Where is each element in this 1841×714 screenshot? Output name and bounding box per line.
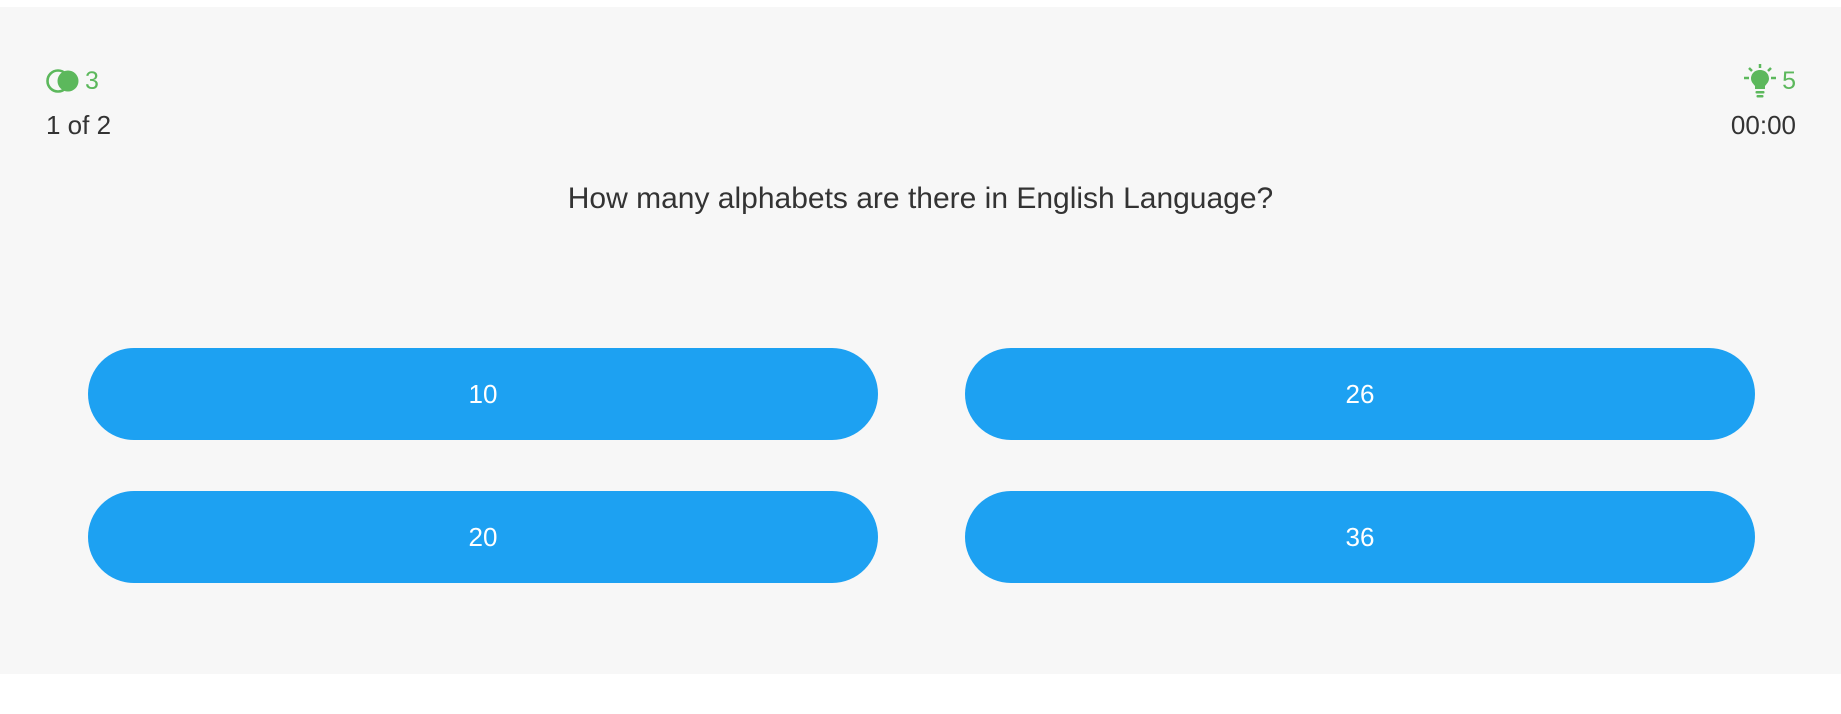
quiz-card: 3 1 of 2 5 00:00 How many alphabets are … (0, 7, 1841, 674)
answer-label: 36 (1345, 521, 1375, 552)
answer-label: 26 (1345, 378, 1375, 409)
answer-label: 20 (468, 521, 498, 552)
hints-panel: 5 00:00 (1731, 62, 1796, 141)
lifelines-panel: 3 1 of 2 (46, 62, 111, 141)
hint-count: 5 (1782, 66, 1796, 95)
fifty-fifty-count: 3 (85, 66, 99, 95)
answer-button-3[interactable]: 20 (88, 491, 878, 583)
timer: 00:00 (1730, 110, 1796, 140)
answer-label: 10 (468, 378, 498, 409)
hint-lifeline[interactable]: 5 (1731, 62, 1796, 100)
answer-button-1[interactable]: 10 (88, 348, 878, 440)
fifty-fifty-lifeline[interactable]: 3 (46, 62, 111, 100)
question-text: How many alphabets are there in English … (567, 182, 1274, 215)
answer-button-4[interactable]: 36 (965, 491, 1755, 583)
answer-button-2[interactable]: 26 (965, 348, 1755, 440)
fifty-fifty-icon (46, 69, 82, 93)
lightbulb-icon (1741, 63, 1779, 99)
question-progress: 1 of 2 (46, 110, 112, 140)
